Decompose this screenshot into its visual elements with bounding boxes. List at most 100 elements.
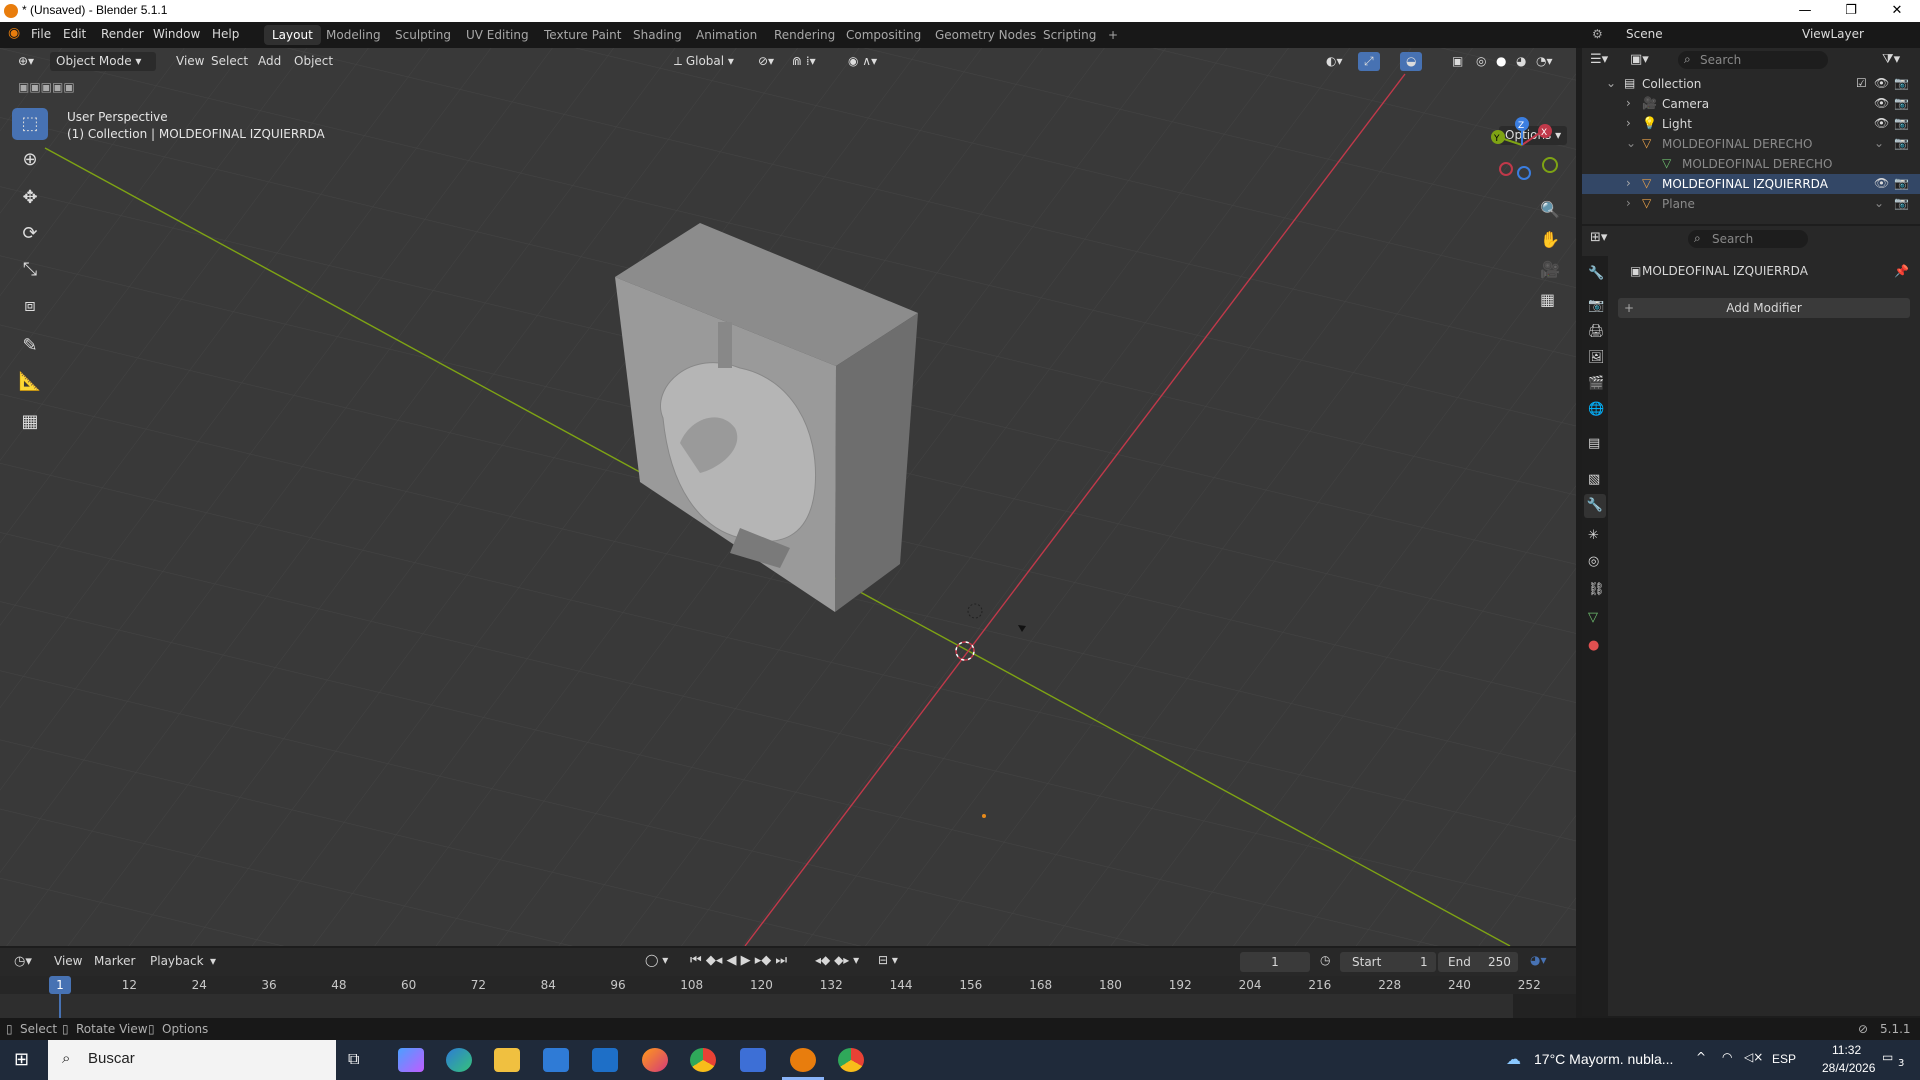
- keyframe-nav-icon[interactable]: ◂◆ ◆▸ ▾: [815, 953, 859, 967]
- constraints-tab-icon[interactable]: ⛓: [1588, 582, 1605, 597]
- end-frame-field[interactable]: End 250: [1438, 952, 1518, 972]
- overlay-toggle-icon[interactable]: ◒: [1400, 52, 1423, 71]
- annotate-tool-icon[interactable]: ✎: [12, 330, 48, 362]
- task-view-icon[interactable]: ⧉: [348, 1049, 359, 1069]
- add-workspace-button[interactable]: +: [1100, 25, 1126, 45]
- outliner-row-moldeofinal-izquierrda[interactable]: › ▽ MOLDEOFINAL IZQUIERRDA 👁 📷: [1582, 174, 1920, 194]
- viewport-menu-select[interactable]: Select: [205, 52, 254, 71]
- tab-geometry-nodes[interactable]: Geometry Nodes: [927, 25, 1044, 45]
- start-frame-field[interactable]: Start 1: [1340, 952, 1436, 972]
- speaker-icon[interactable]: ◁×: [1744, 1050, 1763, 1064]
- menu-help[interactable]: Help: [212, 27, 239, 41]
- scene-name[interactable]: Scene: [1626, 27, 1663, 41]
- hidden-icon[interactable]: ⌄: [1874, 196, 1884, 210]
- chrome-profile-icon[interactable]: [838, 1048, 864, 1072]
- tab-shading[interactable]: Shading: [625, 25, 690, 45]
- eye-icon[interactable]: 👁: [1874, 96, 1889, 110]
- filter-icon[interactable]: ⧩▾: [1882, 52, 1900, 67]
- edge-icon[interactable]: [446, 1048, 472, 1072]
- measure-tool-icon[interactable]: 📐: [12, 366, 48, 398]
- outliner-row-light[interactable]: › 💡 Light 👁 📷: [1582, 114, 1920, 134]
- outliner-row-mesh-data[interactable]: ▽ MOLDEOFINAL DERECHO: [1582, 154, 1920, 174]
- tab-texture-paint[interactable]: Texture Paint: [536, 25, 629, 45]
- playback-controls[interactable]: ⏮ ◆◂ ◀ ▶ ▸◆ ⏭: [690, 953, 787, 968]
- expand-icon[interactable]: ›: [1626, 176, 1631, 190]
- keyframe-toggle-icon[interactable]: ◯ ▾: [645, 953, 668, 967]
- output-tab-icon[interactable]: 🖨: [1588, 324, 1605, 339]
- view-layer-tab-icon[interactable]: 🖼: [1588, 350, 1605, 365]
- rotate-tool-icon[interactable]: ⟳: [12, 218, 48, 250]
- shading-rendered-icon[interactable]: ◔▾: [1530, 52, 1559, 71]
- close-button[interactable]: ✕: [1874, 0, 1920, 22]
- outliner-row-camera[interactable]: › 🎥 Camera 👁 📷: [1582, 94, 1920, 114]
- expand-icon[interactable]: ›: [1626, 96, 1631, 110]
- blender-taskbar-icon[interactable]: [790, 1048, 816, 1072]
- checkbox-icon[interactable]: ☑: [1856, 76, 1867, 90]
- render-camera-icon[interactable]: 📷: [1894, 136, 1909, 150]
- wifi-icon[interactable]: ◠: [1722, 1050, 1732, 1064]
- outliner-row-plane[interactable]: › ▽ Plane ⌄ 📷: [1582, 194, 1920, 214]
- navigation-gizmo[interactable]: X Y Z: [1482, 115, 1562, 185]
- language-label[interactable]: ESP: [1772, 1052, 1796, 1066]
- copilot-icon[interactable]: [398, 1048, 424, 1072]
- world-tab-icon[interactable]: 🌐: [1588, 402, 1604, 417]
- current-frame-field[interactable]: 1: [1240, 952, 1310, 972]
- expand-icon[interactable]: ›: [1626, 116, 1631, 130]
- app-c-icon[interactable]: [740, 1048, 766, 1072]
- tab-scripting[interactable]: Scripting: [1035, 25, 1104, 45]
- ortho-toggle-icon[interactable]: ▦: [1540, 290, 1555, 309]
- scale-tool-icon[interactable]: ⤡: [12, 254, 48, 286]
- chevron-down-icon[interactable]: ▾: [210, 954, 216, 968]
- outlook-icon[interactable]: [592, 1048, 618, 1072]
- view-layer-name[interactable]: ViewLayer: [1802, 27, 1864, 41]
- add-modifier-button[interactable]: + Add Modifier: [1618, 298, 1910, 318]
- zoom-icon[interactable]: 🔍: [1540, 200, 1560, 219]
- collapse-icon[interactable]: ⌄: [1606, 76, 1616, 90]
- 3d-viewport[interactable]: [0, 48, 1576, 946]
- menu-window[interactable]: Window: [153, 27, 200, 41]
- snap-icon[interactable]: ⋒ ⁞▾: [786, 52, 822, 71]
- outliner-editor-icon[interactable]: ☰▾: [1590, 52, 1608, 67]
- tab-modeling[interactable]: Modeling: [318, 25, 389, 45]
- tab-uv-editing[interactable]: UV Editing: [458, 25, 537, 45]
- timeline-menu-marker[interactable]: Marker: [94, 954, 135, 968]
- pin-icon[interactable]: 📌: [1894, 264, 1909, 278]
- clock-time[interactable]: 11:32: [1832, 1043, 1861, 1057]
- tab-animation[interactable]: Animation: [688, 25, 765, 45]
- render-camera-icon[interactable]: 📷: [1894, 76, 1909, 90]
- scene-tab-icon[interactable]: 🎬: [1588, 376, 1604, 391]
- particles-tab-icon[interactable]: ✳: [1588, 528, 1599, 543]
- weather-label[interactable]: 17°C Mayorm. nubla...: [1534, 1051, 1673, 1067]
- render-tab-icon[interactable]: 📷: [1588, 298, 1604, 313]
- modifier-tab-icon[interactable]: 🔧: [1584, 494, 1606, 518]
- material-tab-icon[interactable]: ●: [1588, 638, 1599, 653]
- outliner-row-moldeofinal-derecho[interactable]: ⌄ ▽ MOLDEOFINAL DERECHO ⌄ 📷: [1582, 134, 1920, 154]
- visibility-icon[interactable]: ◐▾: [1320, 52, 1349, 71]
- timeline-track[interactable]: 12 24 36 48 60 72 84 96 108 120 132 144 156 168 180 192…: [0, 976, 1576, 1018]
- properties-editor-icon[interactable]: ⊞▾: [1590, 230, 1607, 245]
- select-box-tool-icon[interactable]: ⬚: [12, 108, 48, 140]
- collection-tab-icon[interactable]: ▤: [1588, 436, 1600, 451]
- timeline-menu-playback[interactable]: Playback: [150, 954, 204, 968]
- eye-icon[interactable]: 👁: [1874, 176, 1889, 190]
- file-explorer-icon[interactable]: [494, 1048, 520, 1072]
- auto-keying-icon[interactable]: ⊟ ▾: [878, 953, 898, 967]
- clock-icon[interactable]: ◷: [1320, 953, 1330, 967]
- render-camera-icon[interactable]: 📷: [1894, 116, 1909, 130]
- pan-icon[interactable]: ✋: [1540, 230, 1560, 249]
- data-tab-icon[interactable]: ▽: [1588, 610, 1598, 625]
- render-camera-icon[interactable]: 📷: [1894, 96, 1909, 110]
- expand-icon[interactable]: ›: [1626, 196, 1631, 210]
- properties-search-input[interactable]: Search: [1688, 230, 1808, 248]
- object-mode-dropdown[interactable]: Object Mode ▾: [50, 52, 156, 71]
- blender-menu-icon[interactable]: ◉: [8, 25, 20, 41]
- chrome-icon[interactable]: [690, 1048, 716, 1072]
- menu-edit[interactable]: Edit: [63, 27, 86, 41]
- hidden-icon[interactable]: ⌄: [1874, 136, 1884, 150]
- viewport-menu-add[interactable]: Add: [252, 52, 287, 71]
- object-tab-icon[interactable]: ▧: [1588, 472, 1600, 487]
- display-mode-icon[interactable]: ▣▾: [1630, 52, 1649, 67]
- firefox-icon[interactable]: [642, 1048, 668, 1072]
- eye-icon[interactable]: 👁: [1874, 76, 1889, 90]
- cursor-tool-icon[interactable]: ⊕: [12, 144, 48, 176]
